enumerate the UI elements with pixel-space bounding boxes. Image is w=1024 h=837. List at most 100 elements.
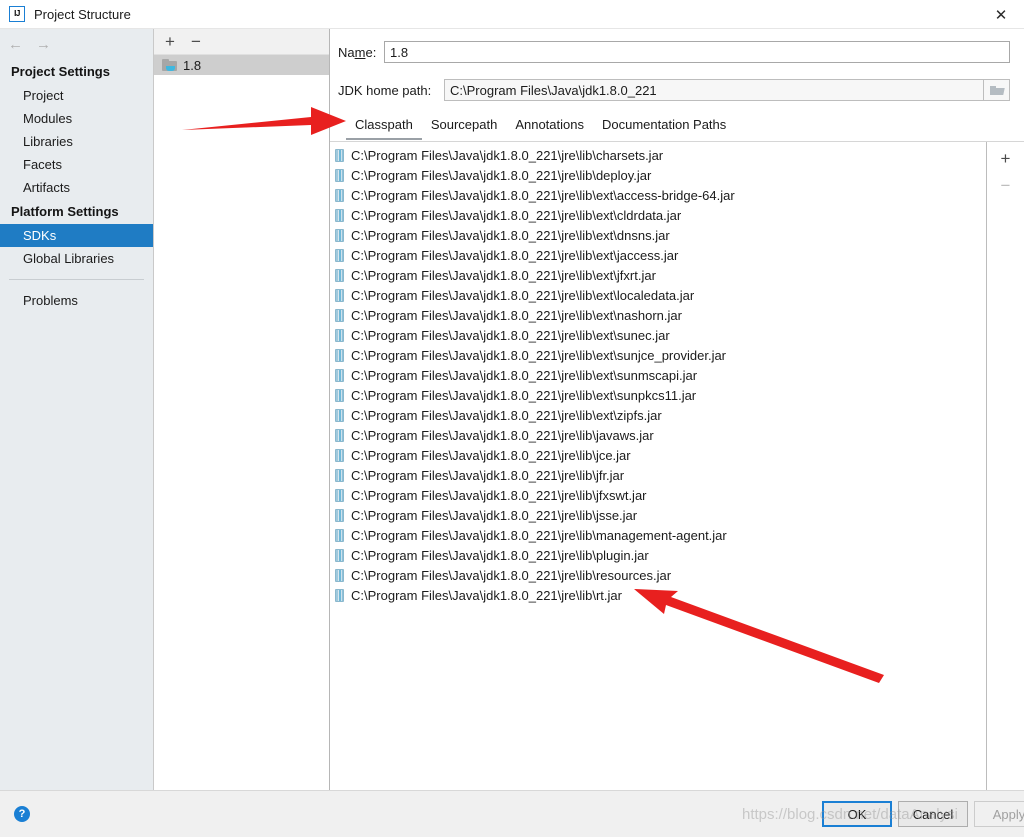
forward-arrow-icon[interactable]: → — [36, 37, 51, 52]
sidebar-item-global-libraries[interactable]: Global Libraries — [0, 247, 153, 270]
classpath-entry-label: C:\Program Files\Java\jdk1.8.0_221\jre\l… — [351, 447, 631, 463]
classpath-row[interactable]: C:\Program Files\Java\jdk1.8.0_221\jre\l… — [330, 545, 986, 565]
sdk-list-item-1-8[interactable]: 1.8 — [154, 55, 329, 75]
classpath-area: C:\Program Files\Java\jdk1.8.0_221\jre\l… — [330, 141, 1024, 790]
classpath-row[interactable]: C:\Program Files\Java\jdk1.8.0_221\jre\l… — [330, 145, 986, 165]
classpath-row[interactable]: C:\Program Files\Java\jdk1.8.0_221\jre\l… — [330, 285, 986, 305]
tab-documentation-paths[interactable]: Documentation Paths — [593, 114, 735, 140]
classpath-row[interactable]: C:\Program Files\Java\jdk1.8.0_221\jre\l… — [330, 185, 986, 205]
classpath-entry-label: C:\Program Files\Java\jdk1.8.0_221\jre\l… — [351, 407, 662, 423]
classpath-entry-label: C:\Program Files\Java\jdk1.8.0_221\jre\l… — [351, 227, 670, 243]
classpath-row[interactable]: C:\Program Files\Java\jdk1.8.0_221\jre\l… — [330, 425, 986, 445]
classpath-row[interactable]: C:\Program Files\Java\jdk1.8.0_221\jre\l… — [330, 225, 986, 245]
jdk-home-path-input[interactable] — [444, 79, 984, 101]
jar-file-icon — [335, 508, 344, 522]
sdk-list-toolbar: + − — [154, 29, 329, 55]
sidebar-item-problems[interactable]: Problems — [0, 289, 153, 312]
help-icon[interactable]: ? — [14, 806, 30, 822]
jar-file-icon — [335, 488, 344, 502]
classpath-entry-label: C:\Program Files\Java\jdk1.8.0_221\jre\l… — [351, 427, 654, 443]
sidebar-item-facets[interactable]: Facets — [0, 153, 153, 176]
classpath-row[interactable]: C:\Program Files\Java\jdk1.8.0_221\jre\l… — [330, 245, 986, 265]
jar-file-icon — [335, 528, 344, 542]
classpath-entry-label: C:\Program Files\Java\jdk1.8.0_221\jre\l… — [351, 247, 679, 263]
classpath-entry-label: C:\Program Files\Java\jdk1.8.0_221\jre\l… — [351, 147, 664, 163]
classpath-entry-label: C:\Program Files\Java\jdk1.8.0_221\jre\l… — [351, 287, 695, 303]
classpath-row[interactable]: C:\Program Files\Java\jdk1.8.0_221\jre\l… — [330, 365, 986, 385]
sidebar-item-project[interactable]: Project — [0, 84, 153, 107]
window-title: Project Structure — [34, 6, 131, 22]
jar-file-icon — [335, 188, 344, 202]
classpath-row[interactable]: C:\Program Files\Java\jdk1.8.0_221\jre\l… — [330, 505, 986, 525]
add-classpath-entry-button[interactable]: + — [1001, 150, 1011, 167]
tab-sourcepath[interactable]: Sourcepath — [422, 114, 507, 140]
classpath-row[interactable]: C:\Program Files\Java\jdk1.8.0_221\jre\l… — [330, 345, 986, 365]
classpath-entry-label: C:\Program Files\Java\jdk1.8.0_221\jre\l… — [351, 507, 638, 523]
jar-file-icon — [335, 428, 344, 442]
jar-file-icon — [335, 368, 344, 382]
close-icon[interactable]: ✕ — [978, 0, 1024, 29]
sdk-list-item-label: 1.8 — [183, 57, 202, 73]
name-field-row: Name: — [330, 37, 1024, 67]
back-arrow-icon[interactable]: ← — [8, 37, 23, 52]
jar-file-icon — [335, 248, 344, 262]
tab-classpath[interactable]: Classpath — [346, 114, 422, 140]
add-sdk-button[interactable]: + — [165, 33, 175, 50]
classpath-row[interactable]: C:\Program Files\Java\jdk1.8.0_221\jre\l… — [330, 565, 986, 585]
jar-file-icon — [335, 168, 344, 182]
folder-java-icon — [162, 58, 177, 72]
cancel-button[interactable]: Cancel — [898, 801, 968, 827]
classpath-entry-label: C:\Program Files\Java\jdk1.8.0_221\jre\l… — [351, 367, 698, 383]
sdk-list-panel: + − 1.8 — [154, 29, 330, 790]
classpath-entry-label: C:\Program Files\Java\jdk1.8.0_221\jre\l… — [351, 267, 656, 283]
sidebar-item-sdks[interactable]: SDKs — [0, 224, 153, 247]
project-structure-dialog: IJ Project Structure ✕ ← → Project Setti… — [0, 0, 1024, 837]
jar-file-icon — [335, 148, 344, 162]
classpath-row[interactable]: C:\Program Files\Java\jdk1.8.0_221\jre\l… — [330, 405, 986, 425]
sidebar-divider — [9, 279, 144, 280]
classpath-row[interactable]: C:\Program Files\Java\jdk1.8.0_221\jre\l… — [330, 585, 986, 605]
title-bar: IJ Project Structure ✕ — [0, 0, 1024, 29]
classpath-entry-label: C:\Program Files\Java\jdk1.8.0_221\jre\l… — [351, 387, 697, 403]
classpath-row[interactable]: C:\Program Files\Java\jdk1.8.0_221\jre\l… — [330, 445, 986, 465]
classpath-entry-label: C:\Program Files\Java\jdk1.8.0_221\jre\l… — [351, 487, 647, 503]
classpath-row[interactable]: C:\Program Files\Java\jdk1.8.0_221\jre\l… — [330, 165, 986, 185]
jar-file-icon — [335, 448, 344, 462]
sidebar-item-libraries[interactable]: Libraries — [0, 130, 153, 153]
dialog-body: ← → Project Settings Project Modules Lib… — [0, 29, 1024, 790]
classpath-entry-label: C:\Program Files\Java\jdk1.8.0_221\jre\l… — [351, 207, 682, 223]
dialog-footer: ? OK Cancel Apply — [0, 790, 1024, 837]
classpath-row[interactable]: C:\Program Files\Java\jdk1.8.0_221\jre\l… — [330, 305, 986, 325]
jar-file-icon — [335, 328, 344, 342]
intellij-idea-icon: IJ — [9, 6, 25, 22]
classpath-row[interactable]: C:\Program Files\Java\jdk1.8.0_221\jre\l… — [330, 385, 986, 405]
classpath-row[interactable]: C:\Program Files\Java\jdk1.8.0_221\jre\l… — [330, 525, 986, 545]
classpath-list[interactable]: C:\Program Files\Java\jdk1.8.0_221\jre\l… — [330, 142, 986, 790]
jar-file-icon — [335, 568, 344, 582]
classpath-row[interactable]: C:\Program Files\Java\jdk1.8.0_221\jre\l… — [330, 205, 986, 225]
classpath-entry-label: C:\Program Files\Java\jdk1.8.0_221\jre\l… — [351, 567, 672, 583]
ok-button[interactable]: OK — [822, 801, 892, 827]
sdk-detail-panel: Name: JDK home path: Classpath Sourcepat… — [330, 29, 1024, 790]
group-title-platform-settings: Platform Settings — [11, 204, 119, 219]
jdk-home-path-label: JDK home path: — [338, 82, 432, 98]
dialog-buttons: OK Cancel Apply — [822, 801, 1024, 827]
classpath-row[interactable]: C:\Program Files\Java\jdk1.8.0_221\jre\l… — [330, 325, 986, 345]
sdk-name-input[interactable] — [384, 41, 1010, 63]
tab-annotations[interactable]: Annotations — [506, 114, 593, 140]
group-title-project-settings: Project Settings — [11, 64, 110, 79]
sidebar-item-modules[interactable]: Modules — [0, 107, 153, 130]
sidebar-item-artifacts[interactable]: Artifacts — [0, 176, 153, 199]
classpath-entry-label: C:\Program Files\Java\jdk1.8.0_221\jre\l… — [351, 327, 670, 343]
sdk-detail-tabs: Classpath Sourcepath Annotations Documen… — [330, 113, 1024, 141]
classpath-entry-label: C:\Program Files\Java\jdk1.8.0_221\jre\l… — [351, 527, 727, 543]
classpath-row[interactable]: C:\Program Files\Java\jdk1.8.0_221\jre\l… — [330, 485, 986, 505]
classpath-side-toolbar: + − — [986, 142, 1024, 790]
jar-file-icon — [335, 388, 344, 402]
classpath-entry-label: C:\Program Files\Java\jdk1.8.0_221\jre\l… — [351, 547, 649, 563]
classpath-row[interactable]: C:\Program Files\Java\jdk1.8.0_221\jre\l… — [330, 465, 986, 485]
folder-open-icon[interactable] — [984, 79, 1010, 101]
classpath-row[interactable]: C:\Program Files\Java\jdk1.8.0_221\jre\l… — [330, 265, 986, 285]
classpath-entry-label: C:\Program Files\Java\jdk1.8.0_221\jre\l… — [351, 307, 682, 323]
remove-sdk-button[interactable]: − — [191, 33, 201, 50]
